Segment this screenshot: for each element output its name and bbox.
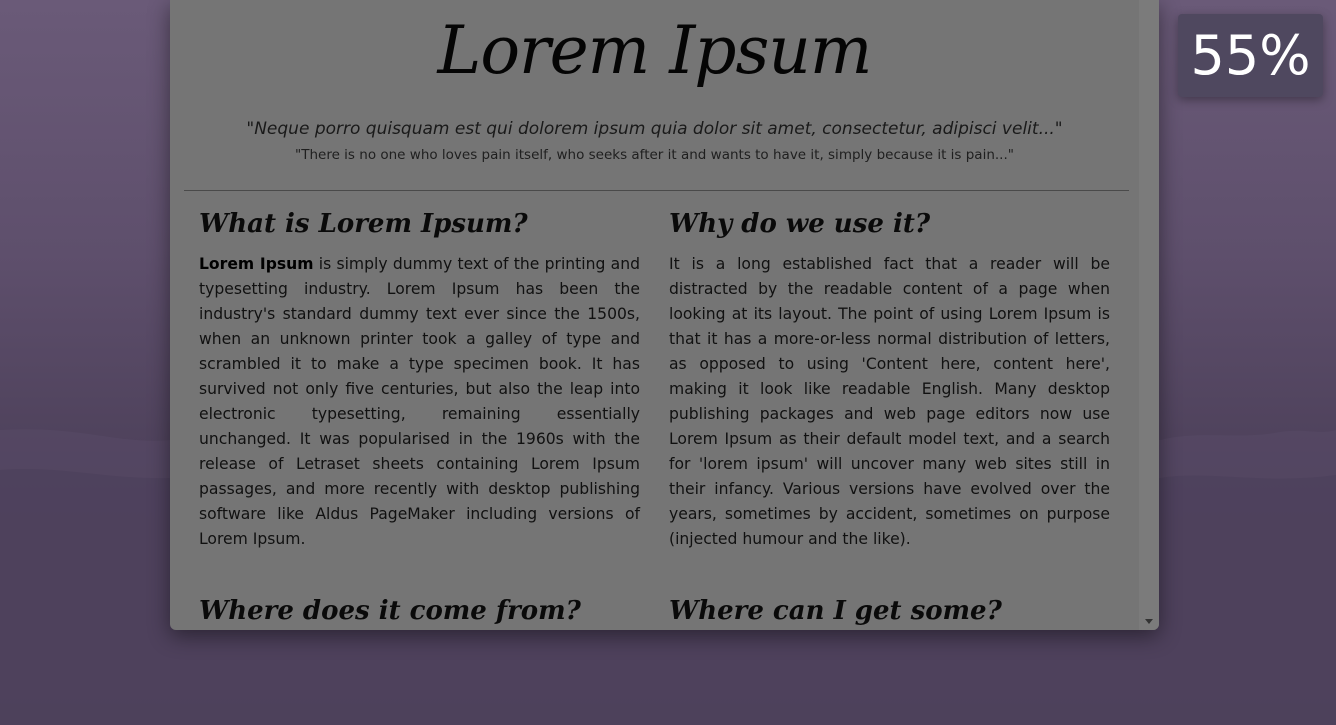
section-where-from: Where does it come from? [199, 589, 640, 630]
header-divider [184, 190, 1129, 191]
bold-lead: Lorem Ipsum [199, 255, 314, 273]
section-heading: Where can I get some? [669, 596, 1002, 626]
section-body: Lorem Ipsum is simply dummy text of the … [199, 252, 640, 552]
latin-quote: "Neque porro quisquam est qui dolorem ip… [246, 119, 1063, 139]
section-heading: Why do we use it? [669, 209, 931, 239]
document-viewer: Lorem Ipsum "Neque porro quisquam est qu… [170, 0, 1159, 630]
section-heading: What is Lorem Ipsum? [199, 209, 528, 239]
section-body: It is a long established fact that a rea… [669, 255, 1110, 548]
english-quote: "There is no one who loves pain itself, … [295, 147, 1014, 163]
scroll-down-arrow-icon[interactable] [1145, 619, 1153, 624]
section-why-use: Why do we use it? It is a long establish… [669, 202, 1110, 552]
page-title: Lorem Ipsum [437, 12, 872, 89]
section-what-is: What is Lorem Ipsum? Lorem Ipsum is simp… [199, 202, 640, 552]
zoom-level-indicator: 55% [1178, 14, 1323, 97]
section-where-get: Where can I get some? [669, 589, 1110, 630]
vertical-scrollbar[interactable] [1139, 0, 1159, 630]
section-body-text: is simply dummy text of the printing and… [199, 255, 640, 548]
section-heading: Where does it come from? [199, 596, 581, 626]
